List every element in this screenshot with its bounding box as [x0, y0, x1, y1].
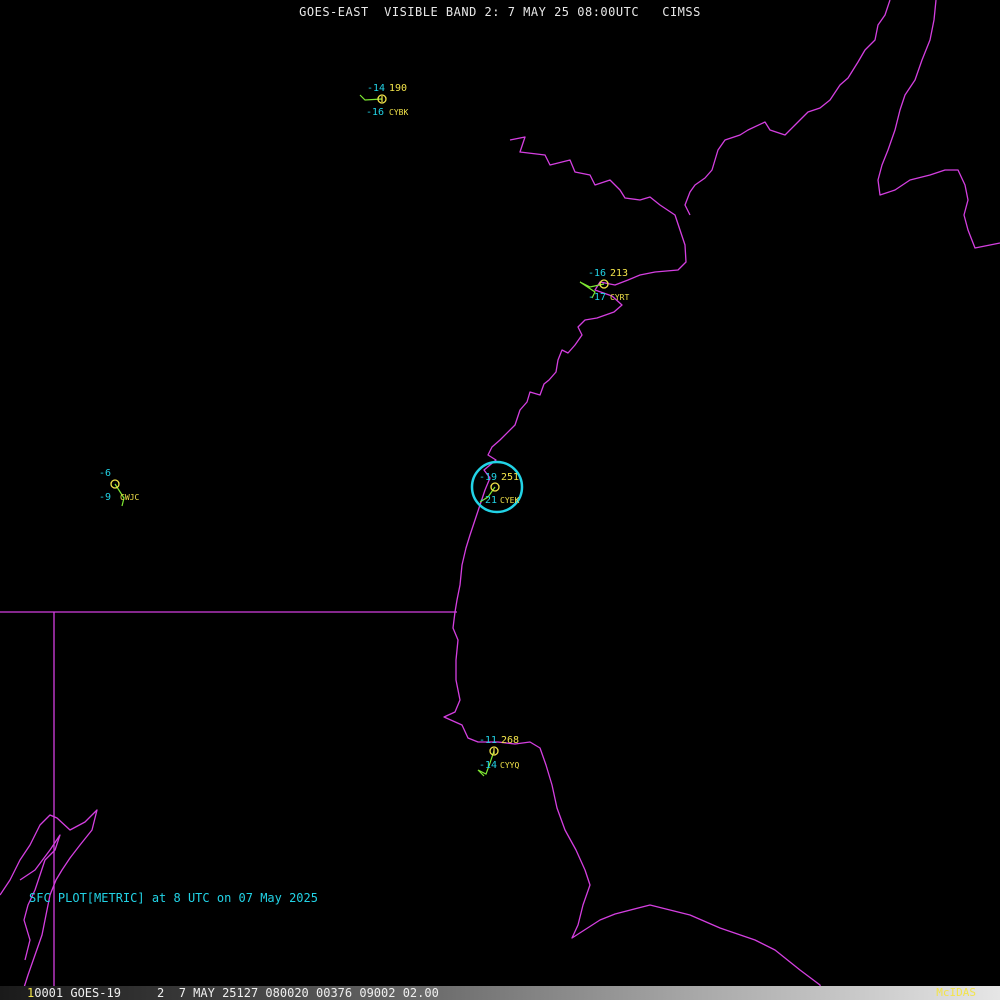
station-dewpoint: -21	[479, 495, 497, 506]
station-pressure: 190	[389, 83, 407, 94]
station-id: CWJC	[120, 493, 139, 502]
station-id: CYEK	[500, 496, 519, 505]
image-title: GOES-EAST VISIBLE BAND 2: 7 MAY 25 08:00…	[299, 5, 701, 19]
station-dewpoint: -17	[588, 292, 606, 303]
station-pressure: 213	[610, 268, 628, 279]
map-canvas: -14 190 -16 CYBK -16 213 -17 CYRT -6 -9 …	[0, 0, 1000, 1000]
station-id: CYYQ	[500, 761, 519, 770]
station-dewpoint: -9	[99, 492, 111, 503]
status-bar-info: 10001 GOES-19 2 7 MAY 25127 080020 00376…	[27, 986, 439, 1000]
station-temp: -16	[588, 268, 606, 279]
station-dewpoint: -16	[366, 107, 384, 118]
mcidas-brand: McIDAS	[936, 986, 976, 999]
station-id: CYBK	[389, 108, 408, 117]
station-temp: -14	[367, 83, 385, 94]
station-id: CYRT	[610, 293, 629, 302]
plot-legend: SFC PLOT[METRIC] at 8 UTC on 07 May 2025	[29, 891, 318, 905]
station-dewpoint: -14	[479, 760, 497, 771]
station-temp: -19	[479, 472, 497, 483]
frame-info: 0001 GOES-19 2 7 MAY 25127 080020 00376 …	[34, 986, 439, 1000]
station-pressure: 268	[501, 735, 519, 746]
station-pressure: 251	[501, 472, 519, 483]
station-temp: -6	[99, 468, 111, 479]
station-temp: -11	[479, 735, 497, 746]
